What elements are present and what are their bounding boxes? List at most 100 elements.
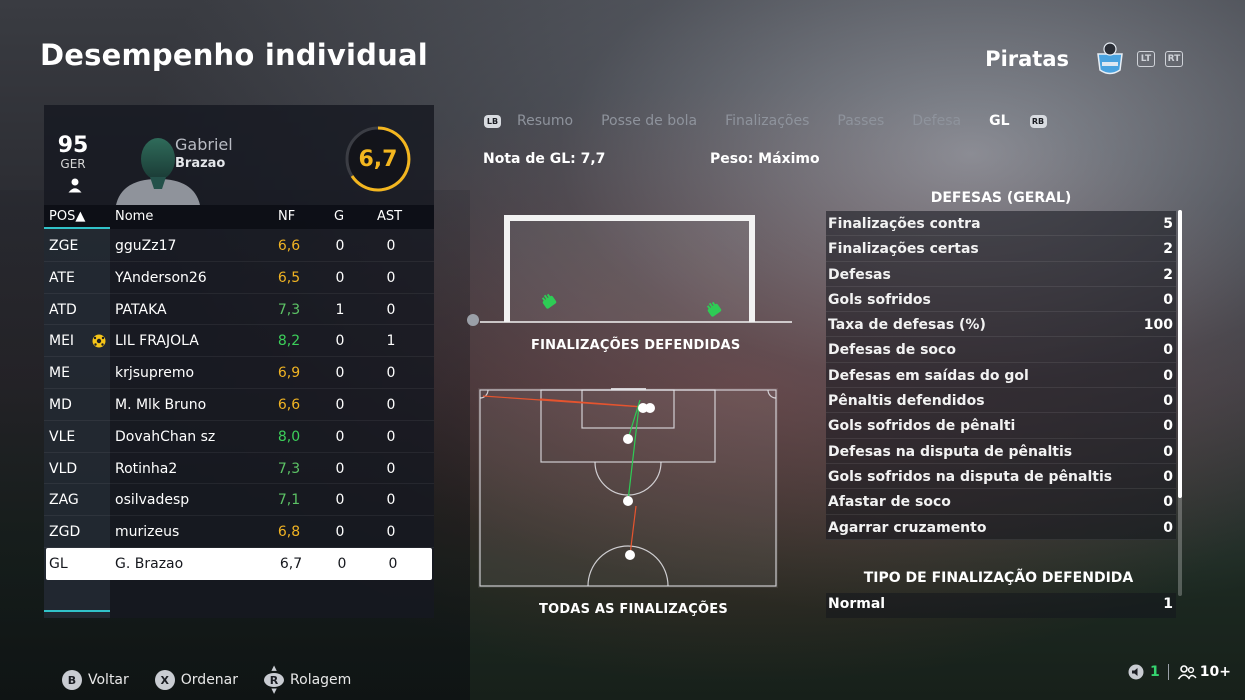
table-row[interactable]: ZGE gguZz17 6,6 0 0 — [44, 230, 434, 262]
all-shots-label: TODAS AS FINALIZAÇÕES — [539, 602, 728, 617]
tab-finalizacoes[interactable]: Finalizações — [725, 113, 809, 129]
row-pos: VLE — [49, 428, 76, 445]
rb-button-icon[interactable]: RB — [1029, 114, 1047, 128]
player-ratings-panel: 95 GER Gabriel Brazao 6,7 POS▲ Nome NF G… — [44, 105, 434, 618]
table-row[interactable]: ZAG osilvadesp 7,1 0 0 — [44, 484, 434, 517]
row-name: gguZz17 — [115, 238, 177, 254]
right-stick-icon: ▲ R ▼ — [264, 665, 285, 695]
header-g[interactable]: G — [334, 209, 344, 224]
tab-resumo[interactable]: Resumo — [517, 113, 573, 129]
header-pos[interactable]: POS▲ — [49, 209, 85, 224]
row-rating: 6,6 — [277, 238, 301, 254]
table-row[interactable]: ATE YAnderson26 6,5 0 0 — [44, 262, 434, 294]
all-shots-pitch-diagram — [478, 388, 778, 588]
table-row-selected[interactable]: GL G. Brazao 6,7 0 0 — [46, 547, 432, 580]
stat-value: 0 — [1163, 342, 1173, 359]
row-goals: 0 — [335, 428, 345, 445]
stat-value: 2 — [1163, 241, 1173, 258]
tab-passes[interactable]: Passes — [837, 113, 884, 129]
stat-label: Defesas de soco — [828, 342, 956, 359]
sort-prompt[interactable]: X Ordenar — [154, 670, 238, 690]
stat-value: 100 — [1143, 317, 1173, 334]
row-pos: ZGD — [49, 524, 81, 541]
table-row[interactable]: ZGD murizeus 6,8 0 0 — [44, 516, 434, 548]
row-rating: 6,7 — [279, 555, 303, 572]
saved-shots-goal-diagram — [467, 215, 792, 326]
button-prompts: B Voltar X Ordenar ▲ R ▼ Rolagem — [62, 665, 377, 695]
rt-button-icon[interactable]: RT — [1165, 51, 1183, 67]
table-row[interactable]: MEI LIL FRAJOLA 8,2 0 1 — [44, 325, 434, 358]
row-name: krjsupremo — [115, 365, 195, 382]
row-pos: MEI — [49, 333, 75, 350]
row-rating: 6,5 — [277, 269, 301, 286]
player-table: ZGE gguZz17 6,6 0 0 ATE YAnderson26 6,5 … — [44, 230, 434, 580]
stat-row: Gols sofridos de pênalti 0 — [826, 413, 1176, 439]
table-row[interactable]: VLD Rotinha2 7,3 0 0 — [44, 453, 434, 485]
row-pos: ZAG — [49, 492, 79, 509]
stat-value: 2 — [1163, 266, 1173, 283]
tab-gl[interactable]: GL — [989, 113, 1009, 129]
tab-posse-de-bola[interactable]: Posse de bola — [601, 113, 697, 129]
stat-row: Defesas 2 — [826, 261, 1176, 287]
row-goals: 0 — [335, 365, 345, 382]
stat-label: Finalizações certas — [828, 241, 979, 258]
row-name: osilvadesp — [115, 492, 190, 509]
player-first-name: Gabriel — [175, 135, 233, 154]
stat-label: Taxa de defesas (%) — [828, 317, 986, 334]
stat-row: Gols sofridos 0 — [826, 286, 1176, 313]
row-name: PATAKA — [115, 301, 167, 318]
stat-label: Afastar de soco — [828, 494, 951, 511]
table-header: POS▲ Nome NF G AST — [44, 205, 434, 229]
player-card: 95 GER Gabriel Brazao 6,7 — [44, 105, 434, 205]
page-title: Desempenho individual — [40, 38, 428, 72]
table-row[interactable]: ATD PATAKA 7,3 1 0 — [44, 294, 434, 326]
stat-label: Defesas em saídas do gol — [828, 367, 1029, 384]
stat-row: Pênaltis defendidos 0 — [826, 388, 1176, 414]
row-rating: 7,3 — [277, 460, 301, 477]
shot-types-title: TIPO DE FINALIZAÇÃO DEFENDIDA — [863, 570, 1134, 586]
stat-value: 0 — [1163, 367, 1173, 384]
row-pos: MD — [49, 396, 72, 413]
stat-value: 5 — [1163, 216, 1173, 232]
row-assists: 0 — [388, 555, 398, 572]
gk-rating: Nota de GL: 7,7 — [483, 151, 606, 167]
tab-defesa[interactable]: Defesa — [912, 113, 961, 129]
row-goals: 0 — [335, 492, 345, 509]
stats-scrollbar[interactable] — [1178, 210, 1182, 596]
header-ast[interactable]: AST — [377, 209, 402, 224]
scrollbar-thumb[interactable] — [1178, 210, 1182, 498]
stat-row: Taxa de defesas (%) 100 — [826, 312, 1176, 338]
pos-column-line — [44, 610, 110, 612]
table-row[interactable]: ME krjsupremo 6,9 0 0 — [44, 357, 434, 389]
row-goals: 0 — [335, 460, 345, 477]
row-name: murizeus — [115, 524, 180, 541]
row-goals: 0 — [335, 238, 345, 254]
x-button-icon: X — [154, 670, 175, 690]
man-of-the-match-ball-icon — [92, 334, 106, 348]
row-name: Rotinha2 — [115, 460, 178, 477]
team-header: Piratas LT RT — [985, 40, 1183, 78]
lt-button-icon[interactable]: LT — [1137, 51, 1155, 67]
row-name: M. Mlk Bruno — [115, 396, 207, 413]
stat-value: 0 — [1163, 494, 1173, 511]
row-goals: 0 — [335, 396, 345, 413]
scroll-prompt[interactable]: ▲ R ▼ Rolagem — [264, 665, 351, 695]
row-name: DovahChan sz — [115, 428, 216, 445]
stat-value: 0 — [1163, 291, 1173, 308]
lb-button-icon[interactable]: LB — [484, 114, 501, 128]
table-row[interactable]: MD M. Mlk Bruno 6,6 0 0 — [44, 389, 434, 421]
table-row[interactable]: VLE DovahChan sz 8,0 0 0 — [44, 421, 434, 453]
stat-row: Agarrar cruzamento 0 — [826, 514, 1176, 540]
stat-label: Gols sofridos — [828, 291, 931, 308]
person-icon — [68, 178, 82, 193]
header-name[interactable]: Nome — [115, 209, 153, 224]
header-nf[interactable]: NF — [278, 209, 295, 224]
row-rating: 8,2 — [277, 333, 301, 350]
row-goals: 0 — [335, 333, 345, 350]
row-rating: 6,9 — [277, 365, 301, 382]
back-prompt[interactable]: B Voltar — [62, 670, 129, 690]
stat-row: Finalizações certas 2 — [826, 236, 1176, 262]
stat-row: Afastar de soco 0 — [826, 489, 1176, 515]
team-name: Piratas — [985, 47, 1069, 71]
row-pos: ATD — [49, 301, 77, 318]
